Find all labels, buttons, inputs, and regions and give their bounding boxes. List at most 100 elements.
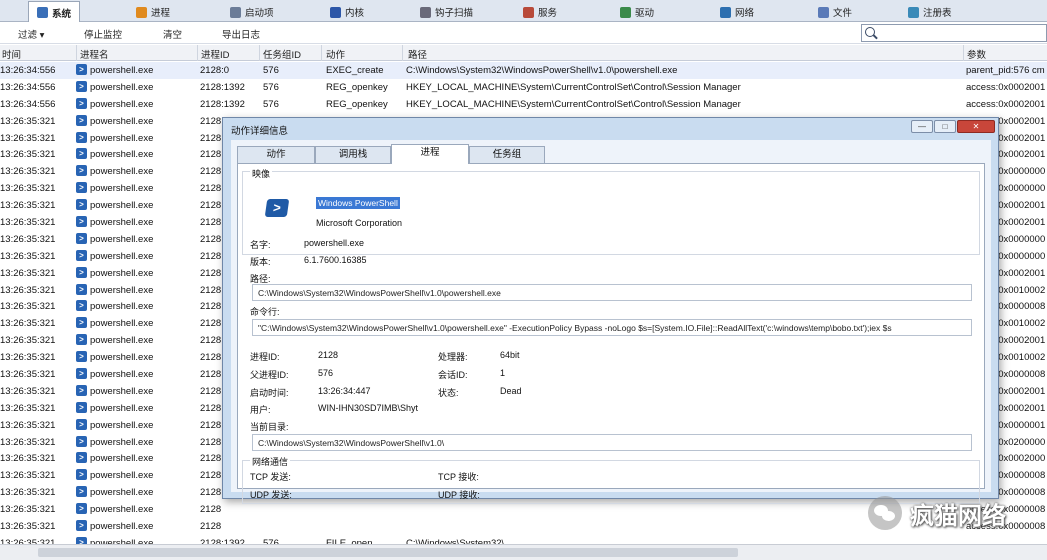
- cell-process: powershell.exe: [90, 132, 154, 144]
- column-header-path[interactable]: 路径: [408, 47, 427, 61]
- powershell-icon: >: [76, 368, 87, 380]
- tab-icon: [37, 7, 48, 18]
- tab-2[interactable]: 进程: [128, 2, 178, 22]
- filter-dropdown[interactable]: 过滤 ▾: [18, 27, 44, 41]
- process-panel: 映像 > Windows PowerShell Microsoft Corpor…: [237, 163, 985, 504]
- search-input[interactable]: [861, 24, 1047, 42]
- powershell-icon: >: [76, 452, 87, 464]
- state-value: Dead: [500, 386, 522, 396]
- minimize-button[interactable]: —: [911, 120, 933, 133]
- cell-time: 13:26:35:321: [0, 419, 56, 431]
- powershell-icon: >: [76, 384, 87, 396]
- cell-process: powershell.exe: [90, 250, 154, 262]
- tab-4[interactable]: 内核: [322, 2, 372, 22]
- version-label: 版本:: [250, 257, 271, 267]
- horizontal-scrollbar[interactable]: [0, 544, 1047, 560]
- close-button[interactable]: ✕: [957, 120, 995, 133]
- session-label: 会话ID:: [438, 370, 468, 380]
- column-header-task-id[interactable]: 任务组ID: [263, 47, 301, 61]
- cell-time: 13:26:34:556: [0, 65, 56, 76]
- cell-time: 13:26:35:321: [0, 369, 56, 381]
- cell-pid: 2128:0: [200, 65, 230, 76]
- user-label: 用户:: [250, 405, 271, 415]
- cell-process: powershell.exe: [90, 335, 154, 347]
- cell-process: powershell.exe: [90, 149, 154, 161]
- pid-value: 2128: [318, 350, 339, 360]
- cell-process: powershell.exe: [90, 183, 154, 195]
- tab-5[interactable]: 钩子扫描: [412, 2, 481, 22]
- tab-label: 启动项: [245, 8, 274, 19]
- tab-action[interactable]: 动作: [237, 146, 315, 163]
- cell-process: powershell.exe: [90, 284, 154, 296]
- network-section-label: 网络通信: [250, 455, 291, 468]
- cell-process: powershell.exe: [90, 65, 154, 76]
- powershell-icon: >: [76, 148, 87, 160]
- cell-time: 13:26:35:321: [0, 301, 56, 313]
- tab-task-group[interactable]: 任务组: [469, 146, 545, 163]
- clear-button[interactable]: 清空: [163, 27, 182, 41]
- powershell-icon: >: [76, 418, 87, 430]
- session-value: 1: [500, 368, 506, 378]
- powershell-icon: >: [76, 317, 87, 329]
- scrollbar-thumb[interactable]: [38, 548, 738, 557]
- cell-process: powershell.exe: [90, 521, 154, 533]
- path-field[interactable]: C:\Windows\System32\WindowsPowerShell\v1…: [252, 284, 972, 301]
- table-row[interactable]: >13:26:34:556 powershell.exe 2128:0 576 EXEC…: [0, 62, 1047, 79]
- cell-pid: 2128: [200, 318, 222, 330]
- tab-label: 文件: [833, 8, 853, 19]
- cell-process: powershell.exe: [90, 419, 154, 431]
- cell-task-id: 576: [263, 98, 279, 110]
- cell-pid: 2128: [200, 470, 222, 482]
- cell-process: powershell.exe: [90, 81, 154, 93]
- column-header-pid[interactable]: 进程ID: [201, 47, 230, 61]
- cell-pid: 2128: [200, 301, 222, 313]
- tcp-recv-label: TCP 接收:: [438, 472, 479, 482]
- cell-path: C:\Windows\System32\WindowsPowerShell\v1…: [406, 65, 678, 76]
- table-row[interactable]: >13:26:34:556 powershell.exe 2128:1392 576 R…: [0, 79, 1047, 96]
- export-log-button[interactable]: 导出日志: [222, 27, 260, 41]
- cell-time: 13:26:35:321: [0, 149, 56, 161]
- tab-6[interactable]: 服务: [515, 2, 565, 22]
- cell-path: HKEY_LOCAL_MACHINE\System\CurrentControl…: [406, 98, 741, 110]
- action-details-dialog: 动作详细信息 — □ ✕ 动作 调用栈 进程 任务组 映像 > Windows …: [222, 117, 999, 504]
- tab-8[interactable]: 网络: [712, 2, 762, 22]
- cell-time: 13:26:35:321: [0, 318, 56, 330]
- udp-recv-label: UDP 接收:: [438, 490, 480, 500]
- column-header-action[interactable]: 动作: [326, 47, 345, 61]
- cell-time: 13:26:35:321: [0, 402, 56, 414]
- cell-pid: 2128: [200, 200, 222, 212]
- name-value: powershell.exe: [304, 238, 365, 248]
- cell-process: powershell.exe: [90, 369, 154, 381]
- powershell-icon: >: [76, 351, 87, 363]
- version-value: 6.1.7600.16385: [304, 255, 367, 265]
- cell-pid: 2128: [200, 504, 222, 516]
- column-header-process[interactable]: 进程名: [80, 47, 109, 61]
- tab-process[interactable]: 进程: [391, 144, 469, 164]
- tab-7[interactable]: 驱动: [612, 2, 662, 22]
- tab-label: 驱动: [635, 8, 655, 19]
- cell-pid: 2128:1392: [200, 81, 245, 93]
- column-header-params[interactable]: 参数: [967, 47, 986, 61]
- cell-pid: 2128: [200, 352, 222, 364]
- tab-9[interactable]: 文件: [810, 2, 860, 22]
- tab-3[interactable]: 启动项: [222, 2, 282, 22]
- cell-process: powershell.exe: [90, 470, 154, 482]
- cell-pid: 2128: [200, 335, 222, 347]
- cell-process: powershell.exe: [90, 402, 154, 414]
- powershell-icon: >: [76, 334, 87, 346]
- tab-1[interactable]: 系统: [28, 1, 81, 23]
- column-header-time[interactable]: 时间: [2, 47, 21, 61]
- cmdline-field[interactable]: "C:\Windows\System32\WindowsPowerShell\v…: [252, 319, 972, 336]
- cell-time: 13:26:35:321: [0, 385, 56, 397]
- arch-label: 处理器:: [438, 352, 468, 362]
- tab-icon: [818, 6, 829, 18]
- stop-monitor-button[interactable]: 停止监控: [84, 27, 122, 41]
- tab-10[interactable]: 注册表: [900, 2, 960, 22]
- company-name: Microsoft Corporation: [316, 218, 403, 228]
- cell-process: powershell.exe: [90, 98, 154, 110]
- cell-time: 13:26:35:321: [0, 183, 56, 195]
- cwd-field[interactable]: C:\Windows\System32\WindowsPowerShell\v1…: [252, 434, 972, 451]
- tab-call-stack[interactable]: 调用栈: [315, 146, 391, 163]
- maximize-button[interactable]: □: [934, 120, 956, 133]
- table-row[interactable]: >13:26:34:556 powershell.exe 2128:1392 576 R…: [0, 96, 1047, 113]
